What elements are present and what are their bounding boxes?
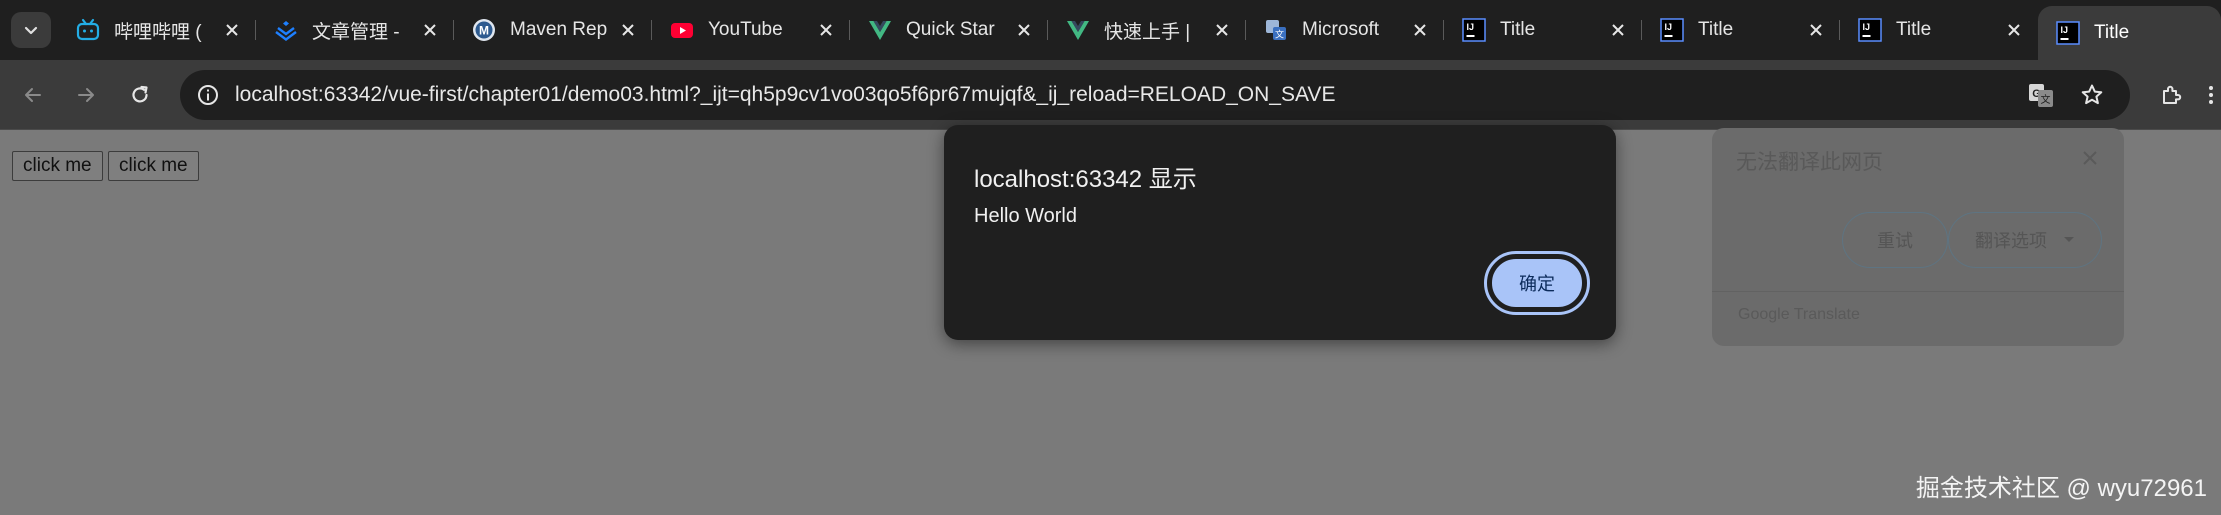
forward-button[interactable] [66, 75, 106, 115]
bookmark-star-icon[interactable] [2078, 81, 2106, 109]
back-button[interactable] [13, 75, 53, 115]
svg-text:IJ: IJ [1665, 22, 1673, 32]
click-me-button[interactable]: click me [12, 151, 103, 181]
tab-title: 文章管理 - [312, 21, 400, 43]
chevron-down-icon [24, 26, 38, 35]
close-tab-icon[interactable] [1012, 18, 1036, 42]
tab-youtube[interactable]: YouTube [652, 8, 850, 52]
svg-text:M: M [479, 24, 489, 38]
close-icon[interactable] [2076, 144, 2104, 172]
close-tab-icon[interactable] [1210, 18, 1234, 42]
ok-button-focus-ring: 确定 [1484, 251, 1590, 315]
tab-title-active[interactable]: IJ Title [2038, 6, 2221, 60]
browser-toolbar: localhost:63342/vue-first/chapter01/demo… [0, 60, 2221, 130]
svg-text:文: 文 [2041, 93, 2051, 106]
arrow-left-icon [25, 88, 41, 102]
tab-title: Microsoft [1302, 19, 1380, 40]
caret-down-icon [2064, 237, 2074, 242]
arrow-right-icon [78, 88, 94, 102]
tab-search-button[interactable] [11, 12, 51, 48]
tab-vue-quick-start[interactable]: Quick Star [850, 8, 1048, 52]
svg-text:IJ: IJ [1863, 22, 1871, 32]
translate-popup: 无法翻译此网页 重试 翻译选项 Google Translate [1712, 128, 2124, 346]
alert-dialog: localhost:63342 显示 Hello World 确定 [944, 125, 1616, 340]
ok-button[interactable]: 确定 [1490, 257, 1584, 309]
site-info-icon[interactable] [194, 81, 222, 109]
more-vertical-icon [2208, 86, 2213, 104]
maven-icon: M [472, 18, 496, 42]
close-tab-icon[interactable] [220, 18, 244, 42]
bilibili-icon [76, 18, 100, 42]
retry-label: 重试 [1877, 231, 1913, 251]
tab-title: Maven Rep [510, 19, 608, 40]
svg-text:文: 文 [1275, 29, 1284, 41]
tab-title: Title [2094, 22, 2130, 43]
close-tab-icon[interactable] [814, 18, 838, 42]
close-tab-icon[interactable] [1408, 18, 1432, 42]
svg-text:IJ: IJ [2061, 25, 2069, 35]
intellij-icon: IJ [1660, 18, 1684, 42]
youtube-icon [670, 18, 694, 42]
intellij-icon: IJ [2056, 21, 2080, 45]
click-me-button[interactable]: click me [108, 151, 199, 181]
tab-title: YouTube [708, 19, 783, 40]
tab-maven[interactable]: M Maven Rep [454, 8, 652, 52]
close-tab-icon[interactable] [2002, 18, 2026, 42]
microsoft-translator-icon: 文 [1264, 18, 1288, 42]
tab-microsoft[interactable]: 文 Microsoft [1246, 8, 1444, 52]
juejin-icon [274, 18, 298, 42]
close-tab-icon[interactable] [1606, 18, 1630, 42]
close-tab-icon[interactable] [1804, 18, 1828, 42]
alert-message: Hello World [974, 205, 1077, 227]
tab-title: Title [1698, 19, 1734, 40]
tab-title: Quick Star [906, 19, 995, 40]
tab-title: 哔哩哔哩 ( [114, 21, 202, 43]
vue-icon [868, 18, 892, 42]
tab-strip: 哔哩哔哩 ( 文章管理 - M Maven Rep YouTube Quick … [0, 0, 2221, 60]
translate-popup-footer: Google Translate [1738, 306, 1860, 323]
extensions-button[interactable] [2152, 75, 2192, 115]
translate-popup-title: 无法翻译此网页 [1736, 151, 1883, 174]
reload-icon [132, 85, 148, 103]
close-tab-icon[interactable] [616, 18, 640, 42]
tab-vue-getting-started[interactable]: 快速上手 | [1048, 8, 1246, 52]
address-bar[interactable]: localhost:63342/vue-first/chapter01/demo… [180, 70, 2130, 120]
retry-button[interactable]: 重试 [1842, 212, 1948, 268]
alert-title: localhost:63342 显示 [974, 166, 1197, 193]
tab-bilibili[interactable]: 哔哩哔哩 ( [58, 8, 256, 52]
menu-button[interactable] [2200, 75, 2221, 115]
svg-text:IJ: IJ [1467, 22, 1475, 32]
watermark: 掘金技术社区 @ wyu72961 [1915, 475, 2207, 502]
translate-options-button[interactable]: 翻译选项 [1948, 212, 2102, 268]
google-translate-icon[interactable]: G文 [2027, 81, 2055, 109]
close-tab-icon[interactable] [418, 18, 442, 42]
translate-options-label: 翻译选项 [1975, 231, 2047, 251]
intellij-icon: IJ [1462, 18, 1486, 42]
divider [1712, 291, 2124, 292]
vue-icon [1066, 18, 1090, 42]
tab-title: Title [1896, 19, 1932, 40]
intellij-icon: IJ [1858, 18, 1882, 42]
tab-title: 快速上手 | [1104, 21, 1191, 43]
tab-title-2[interactable]: IJ Title [1642, 8, 1840, 52]
tab-title: Title [1500, 19, 1536, 40]
puzzle-icon [2163, 85, 2182, 104]
tab-article-manage[interactable]: 文章管理 - [256, 8, 454, 52]
tab-title-3[interactable]: IJ Title [1840, 8, 2038, 52]
reload-button[interactable] [120, 75, 160, 115]
tab-title-1[interactable]: IJ Title [1444, 8, 1642, 52]
address-url[interactable]: localhost:63342/vue-first/chapter01/demo… [235, 70, 1335, 120]
